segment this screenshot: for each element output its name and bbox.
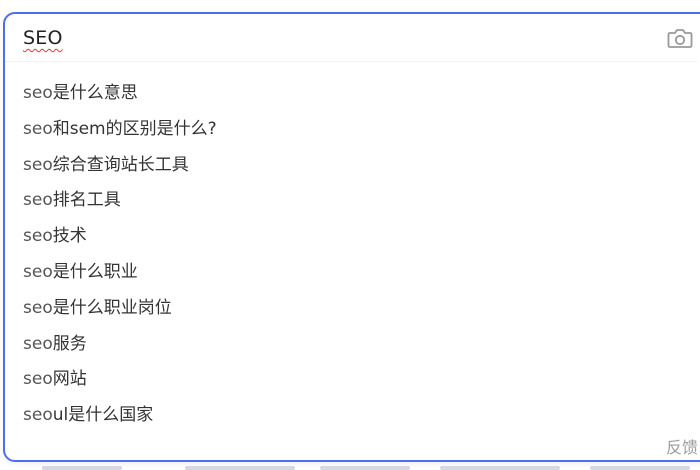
suggestion-text: 技术 — [52, 226, 87, 247]
suggestion-prefix: seo — [23, 405, 53, 426]
suggestion-item[interactable]: seo技术 — [5, 219, 700, 255]
feedback-link[interactable]: 反馈 — [666, 434, 698, 458]
underlay-mark — [320, 466, 410, 470]
camera-icon[interactable] — [667, 26, 693, 50]
suggestion-item[interactable]: seo是什么职业 — [5, 255, 700, 291]
search-input[interactable]: SEO — [23, 27, 63, 49]
suggestion-prefix: seo — [23, 297, 53, 318]
suggestion-text: 是什么职业 — [52, 261, 138, 282]
suggestion-text: 综合查询站长工具 — [52, 154, 189, 175]
suggestion-item[interactable]: seo服务 — [5, 327, 700, 363]
suggestion-prefix: seo — [23, 190, 53, 211]
suggestion-item[interactable]: seo网站 — [5, 362, 700, 398]
suggestion-prefix: seo — [23, 154, 53, 175]
suggestion-text: 是什么意思 — [52, 83, 138, 103]
suggestion-item[interactable]: seo和sem的区别是什么? — [5, 112, 700, 148]
suggestion-text: 服务 — [52, 333, 87, 354]
suggestion-text: 和sem的区别是什么? — [52, 118, 217, 139]
suggestion-prefix: seo — [23, 261, 53, 282]
suggestion-prefix: seo — [23, 118, 53, 139]
suggestion-item[interactable]: seo综合查询站长工具 — [5, 148, 700, 184]
suggestion-prefix: seo — [23, 333, 53, 354]
suggestion-text: 是什么职业岗位 — [52, 297, 172, 318]
suggestion-text: 排名工具 — [52, 190, 121, 211]
suggestion-text: 网站 — [52, 369, 87, 390]
suggestion-text: ul是什么国家 — [52, 405, 154, 426]
underlay-mark — [590, 466, 690, 470]
search-suggestion-panel: SEO seo是什么意思 seo和sem的区别是什么? seo综合查询站长工具 … — [3, 12, 700, 462]
page: SEO seo是什么意思 seo和sem的区别是什么? seo综合查询站长工具 … — [0, 0, 700, 470]
suggestion-item[interactable]: seo是什么职业岗位 — [5, 291, 700, 327]
underlay-mark — [185, 466, 295, 470]
suggestion-item[interactable]: seoul是什么国家 — [5, 398, 700, 434]
underlay-mark — [440, 466, 560, 470]
background-page-content — [0, 462, 700, 470]
suggestion-prefix: seo — [23, 83, 53, 103]
underlay-mark — [42, 466, 122, 470]
suggestion-item[interactable]: seo排名工具 — [5, 183, 700, 219]
suggestion-item[interactable]: seo是什么意思 — [5, 76, 700, 112]
suggestion-list: seo是什么意思 seo和sem的区别是什么? seo综合查询站长工具 seo排… — [5, 76, 700, 434]
suggestion-prefix: seo — [23, 226, 53, 247]
suggestion-prefix: seo — [23, 369, 53, 390]
search-input-row: SEO — [5, 14, 697, 62]
